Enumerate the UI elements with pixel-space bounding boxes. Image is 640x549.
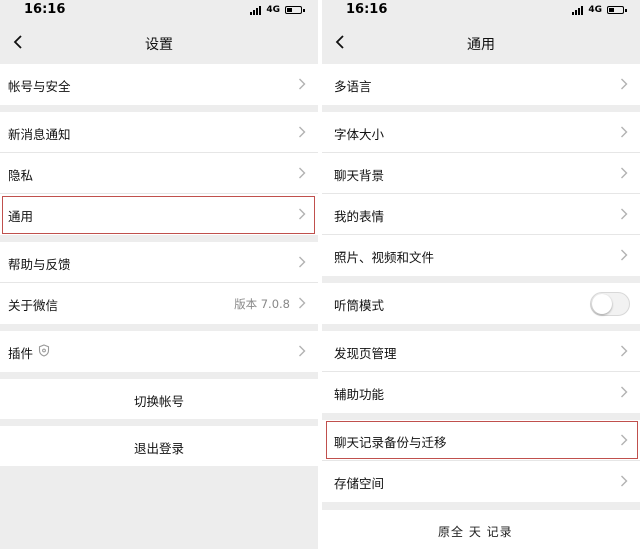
settings-item-label: 帐号与安全 — [8, 79, 71, 94]
settings-screen: 16:16 4G 设置 帐号与安全 新消息通知 隐私 通用 帮助与反馈 关于微信… — [0, 0, 318, 549]
switch-account-label: 切换帐号 — [133, 394, 184, 409]
general-item-language[interactable]: 多语言 — [322, 64, 640, 105]
chevron-right-icon — [621, 126, 628, 138]
general-item-label: 多语言 — [334, 79, 372, 94]
settings-item-help-feedback[interactable]: 帮助与反馈 — [0, 242, 318, 283]
general-item-label: 照片、视频和文件 — [334, 250, 435, 265]
earpiece-mode-toggle[interactable] — [590, 292, 630, 316]
network-label: 4G — [266, 5, 280, 15]
general-item-accessibility[interactable]: 辅助功能 — [322, 372, 640, 413]
chevron-right-icon — [299, 345, 306, 357]
version-value: 版本 7.0.8 — [234, 297, 290, 311]
status-time: 16:16 — [346, 2, 388, 17]
settings-item-label: 帮助与反馈 — [8, 257, 71, 272]
general-item-earpiece-mode: 听筒模式 — [322, 283, 640, 324]
chevron-right-icon — [621, 167, 628, 179]
general-item-label: 发现页管理 — [334, 346, 397, 361]
general-item-chat-backup-migration[interactable]: 聊天记录备份与迁移 — [322, 420, 640, 461]
chevron-right-icon — [621, 208, 628, 220]
settings-item-plugins[interactable]: 插件 — [0, 331, 318, 372]
general-item-label: 字体大小 — [334, 127, 385, 142]
signal-icon — [250, 5, 262, 15]
signal-icon — [572, 5, 584, 15]
general-item-label: 存储空间 — [334, 476, 385, 491]
general-item-discover-management[interactable]: 发现页管理 — [322, 331, 640, 372]
chevron-right-icon — [621, 475, 628, 487]
settings-item-about[interactable]: 关于微信 版本 7.0.8 — [0, 283, 318, 324]
general-item-my-stickers[interactable]: 我的表情 — [322, 194, 640, 235]
chevron-right-icon — [299, 167, 306, 179]
chevron-right-icon — [621, 345, 628, 357]
chevron-right-icon — [621, 249, 628, 261]
chevron-right-icon — [299, 126, 306, 138]
general-screen: 16:16 4G 通用 多语言 字体大小 聊天背景 我的表情 照片、视频和文件 … — [322, 0, 640, 549]
logout-label: 退出登录 — [133, 441, 184, 456]
chevron-right-icon — [299, 78, 306, 90]
page-title: 通用 — [467, 37, 495, 53]
settings-item-label: 插件 — [8, 346, 34, 361]
chevron-right-icon — [299, 208, 306, 220]
status-bar: 16:16 4G — [322, 0, 640, 22]
settings-item-label: 通用 — [8, 209, 34, 224]
toggle-knob — [592, 294, 612, 314]
general-item-label: 我的表情 — [334, 209, 385, 224]
general-item-media-files[interactable]: 照片、视频和文件 — [322, 235, 640, 276]
settings-item-privacy[interactable]: 隐私 — [0, 153, 318, 194]
logout-button[interactable]: 退出登录 — [0, 426, 318, 466]
watermark-text: 原全 天 记录 — [438, 525, 513, 539]
general-item-label: 聊天记录备份与迁移 — [334, 435, 447, 450]
status-bar: 16:16 4G — [0, 0, 318, 22]
chevron-right-icon — [621, 78, 628, 90]
general-item-chat-background[interactable]: 聊天背景 — [322, 153, 640, 194]
chevron-right-icon — [621, 386, 628, 398]
settings-item-label: 隐私 — [8, 168, 34, 183]
chevron-right-icon — [621, 434, 628, 446]
general-item-font-size[interactable]: 字体大小 — [322, 112, 640, 153]
page-title: 设置 — [145, 37, 173, 53]
settings-item-account-security[interactable]: 帐号与安全 — [0, 64, 318, 105]
general-item-storage[interactable]: 存储空间 — [322, 461, 640, 502]
general-item-label: 听筒模式 — [334, 298, 385, 313]
switch-account-button[interactable]: 切换帐号 — [0, 379, 318, 419]
network-label: 4G — [588, 5, 602, 15]
settings-item-label: 新消息通知 — [8, 127, 71, 142]
status-time: 16:16 — [24, 2, 66, 17]
shield-icon — [38, 344, 50, 357]
settings-item-notifications[interactable]: 新消息通知 — [0, 112, 318, 153]
nav-bar: 设置 — [0, 22, 318, 64]
nav-bar: 通用 — [322, 22, 640, 64]
status-icons: 4G — [572, 5, 627, 15]
chevron-right-icon — [299, 297, 306, 309]
settings-item-label: 关于微信 — [8, 298, 59, 313]
chevron-right-icon — [299, 256, 306, 268]
battery-icon — [607, 6, 627, 14]
general-item-label: 辅助功能 — [334, 387, 385, 402]
general-item-label: 聊天背景 — [334, 168, 385, 183]
battery-icon — [285, 6, 305, 14]
settings-item-general[interactable]: 通用 — [0, 194, 318, 235]
status-icons: 4G — [250, 5, 305, 15]
